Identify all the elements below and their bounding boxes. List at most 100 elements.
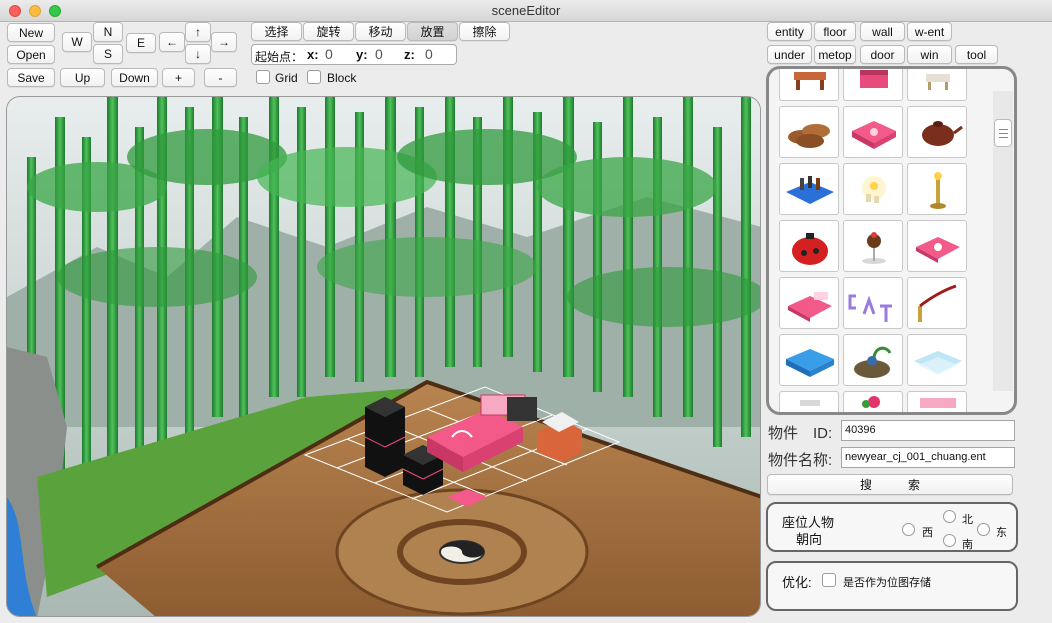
cookie-stack-icon	[788, 124, 830, 148]
select-mode-button[interactable]: 选择	[251, 22, 302, 41]
rock-icon	[854, 346, 892, 378]
palette-cell[interactable]	[907, 220, 967, 272]
object-name-label: 物件名称:	[768, 452, 833, 469]
palette-scroll-thumb[interactable]	[994, 119, 1012, 147]
down-button[interactable]: Down	[111, 68, 158, 87]
y-value[interactable]: 0	[375, 46, 383, 62]
palette-cell[interactable]	[779, 391, 839, 412]
category-under-button[interactable]: under	[767, 45, 812, 64]
palette-cell[interactable]	[907, 277, 967, 329]
category-w-ent-button[interactable]: w-ent	[907, 22, 952, 41]
palette-cell[interactable]	[907, 334, 967, 386]
block-checkbox[interactable]	[307, 70, 321, 84]
palette-cell[interactable]	[843, 163, 903, 215]
category-wall-button[interactable]: wall	[860, 22, 905, 41]
palette-cell[interactable]	[907, 106, 967, 158]
west-button[interactable]: W	[62, 32, 92, 52]
teapot-icon	[922, 121, 963, 146]
rotate-mode-button[interactable]: 旋转	[303, 22, 354, 41]
palette-cell[interactable]	[843, 69, 903, 101]
palette-cell[interactable]	[779, 220, 839, 272]
zoom-out-button[interactable]: -	[204, 68, 237, 87]
cake-stand-icon	[862, 232, 886, 264]
open-button[interactable]: Open	[7, 45, 55, 64]
facing-west-label: 西	[922, 527, 933, 539]
x-value[interactable]: 0	[325, 46, 333, 62]
grid-checkbox[interactable]	[256, 70, 270, 84]
category-entity-button[interactable]: entity	[767, 22, 812, 41]
object-palette[interactable]	[766, 66, 1017, 415]
palette-cell[interactable]	[843, 391, 903, 412]
optimize-group: 优化: 是否作为位图存储	[766, 561, 1018, 611]
palette-cell[interactable]	[779, 69, 839, 101]
palette-cell[interactable]	[779, 163, 839, 215]
palette-cell[interactable]	[843, 334, 903, 386]
facing-south-radio[interactable]	[943, 534, 956, 547]
facing-north-label: 北	[962, 514, 973, 526]
arrow-up-button[interactable]: ↑	[185, 22, 211, 42]
category-metop-button[interactable]: metop	[814, 45, 856, 64]
new-button[interactable]: New	[7, 23, 55, 42]
category-win-button[interactable]: win	[907, 45, 952, 64]
palette-cell[interactable]	[843, 220, 903, 272]
misc-icon	[800, 400, 820, 406]
save-button[interactable]: Save	[7, 68, 55, 87]
palette-cell[interactable]	[779, 334, 839, 386]
facing-south-label: 南	[962, 539, 973, 551]
search-button[interactable]: 搜 索	[767, 474, 1013, 495]
speaker-stack	[507, 397, 537, 421]
object-id-label: 物件 ID:	[768, 425, 833, 442]
category-tool-button[interactable]: tool	[955, 45, 998, 64]
candlestick-icon	[930, 172, 946, 209]
facing-north-radio[interactable]	[943, 510, 956, 523]
stool-icon	[926, 74, 950, 90]
palette-cell[interactable]	[843, 277, 903, 329]
blue-tile-icon	[786, 349, 834, 377]
facing-east-radio[interactable]	[977, 523, 990, 536]
palette-cell[interactable]	[907, 69, 967, 101]
window-title: sceneEditor	[491, 3, 561, 18]
pink-rug-icon	[916, 237, 960, 263]
bitmap-storage-checkbox[interactable]	[822, 573, 836, 587]
arrow-left-button[interactable]: ←	[159, 32, 185, 52]
pink-bed-icon	[788, 292, 832, 322]
category-floor-button[interactable]: floor	[814, 22, 856, 41]
bitmap-storage-label: 是否作为位图存储	[843, 577, 931, 589]
object-id-input[interactable]: 40396	[841, 420, 1015, 441]
place-mode-button[interactable]: 放置	[407, 22, 458, 41]
red-kettle-icon	[792, 233, 828, 265]
palette-cell[interactable]	[907, 163, 967, 215]
pink-cushion-icon	[852, 121, 896, 149]
up-button[interactable]: Up	[60, 68, 105, 87]
rope-post-icon	[918, 284, 957, 322]
facing-west-radio[interactable]	[902, 523, 915, 536]
start-point-box: 起始点： x: 0 y: 0 z: 0	[251, 44, 457, 65]
zoom-in-button[interactable]: +	[162, 68, 195, 87]
pink-box-icon	[860, 70, 888, 88]
erase-mode-button[interactable]: 擦除	[459, 22, 510, 41]
black-block-tall	[364, 397, 406, 477]
y-label: y:	[356, 47, 368, 62]
palette-cell[interactable]	[779, 106, 839, 158]
optimize-label: 优化:	[782, 575, 812, 590]
z-label: z:	[404, 47, 415, 62]
object-name-input[interactable]: newyear_cj_001_chuang.ent	[841, 447, 1015, 468]
scene-canvas[interactable]	[7, 97, 761, 617]
east-button[interactable]: E	[126, 33, 156, 53]
south-button[interactable]: S	[93, 44, 123, 64]
palette-cell[interactable]	[907, 391, 967, 412]
facing-east-label: 东	[996, 527, 1007, 539]
palette-cell[interactable]	[843, 106, 903, 158]
move-mode-button[interactable]: 移动	[355, 22, 406, 41]
arrow-right-button[interactable]: →	[211, 32, 237, 52]
pink-block-icon	[920, 398, 956, 408]
palette-cell[interactable]	[779, 277, 839, 329]
cat-letters-icon	[848, 294, 892, 322]
north-button[interactable]: N	[93, 22, 123, 42]
category-door-button[interactable]: door	[860, 45, 905, 64]
x-label: x:	[307, 47, 319, 62]
scene-viewport[interactable]	[6, 96, 761, 617]
arrow-down-button[interactable]: ↓	[185, 44, 211, 64]
facing-group: 座位人物 朝向 西 北 南 东	[766, 502, 1018, 552]
z-value[interactable]: 0	[425, 46, 433, 62]
